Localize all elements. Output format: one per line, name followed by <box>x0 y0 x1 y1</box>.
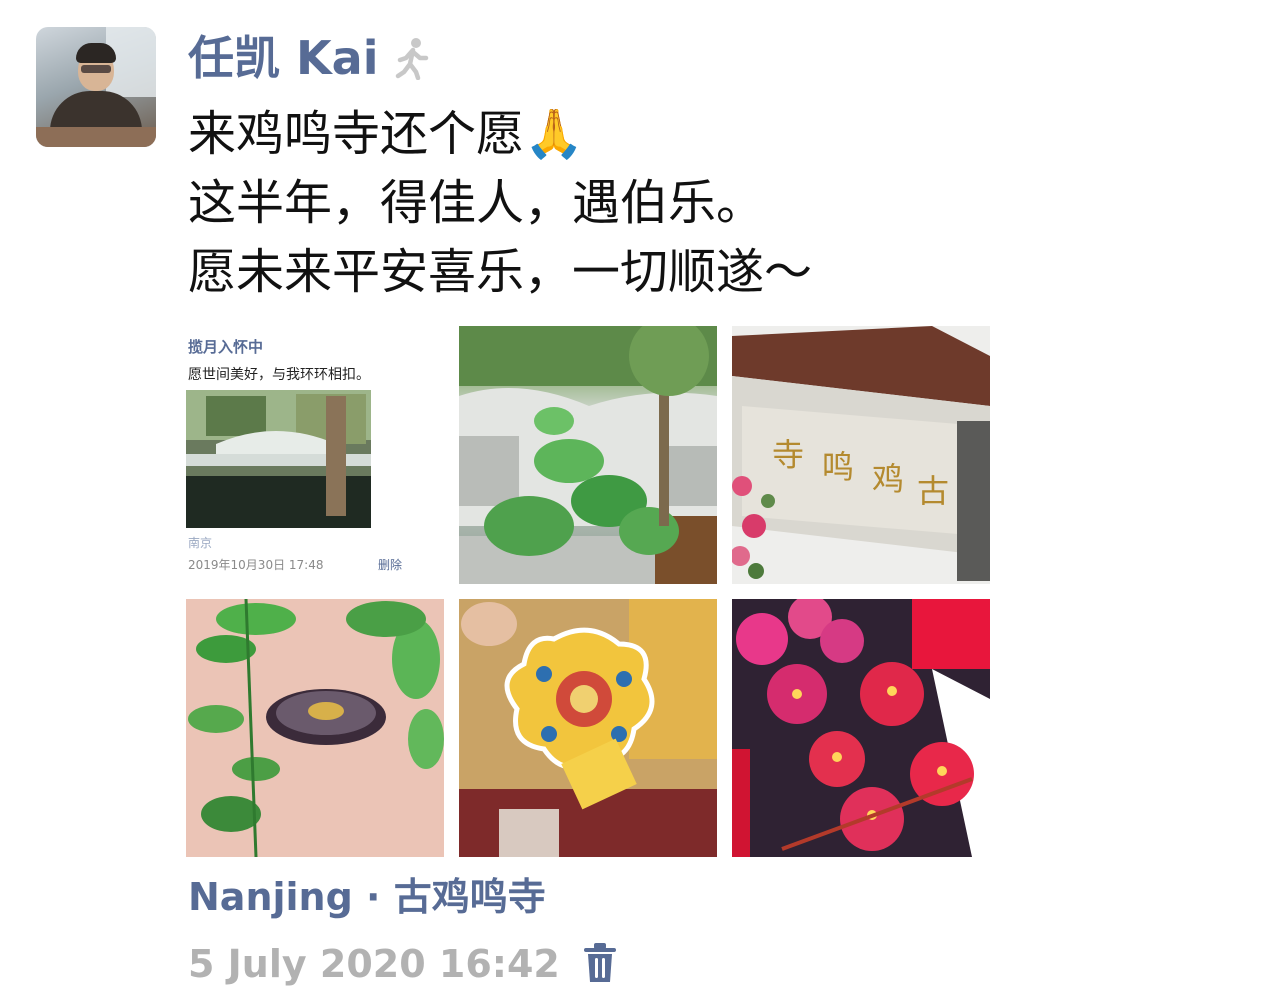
avatar-hair <box>76 43 116 63</box>
temple-gate-picture: 寺 鸣 鸡 古 <box>732 326 990 584</box>
post-timestamp: 5 July 2020 16:42 <box>188 942 560 986</box>
candles-picture <box>732 599 990 857</box>
screenshot-text: 愿世间美好，与我环环相扣。 <box>188 367 370 383</box>
lotus-plant-picture <box>459 326 717 584</box>
post-text-line: 来鸡鸣寺还个愿🙏 <box>188 106 584 162</box>
screenshot-delete: 删除 <box>378 558 403 572</box>
avatar[interactable] <box>36 27 156 147</box>
flower-charm-picture <box>459 599 717 857</box>
photo-lotus-plant[interactable] <box>459 326 717 584</box>
photo-temple-gate[interactable]: 寺 鸣 鸡 古 <box>732 326 990 584</box>
wheel-leaves-picture <box>186 599 444 857</box>
svg-text:寺: 寺 <box>772 436 804 474</box>
avatar-table <box>36 127 156 147</box>
svg-text:鸡: 鸡 <box>872 460 904 498</box>
trash-icon[interactable] <box>582 942 618 984</box>
post-text-line: 愿未来平安喜乐，一切顺遂～ <box>188 244 813 300</box>
post-text-line: 这半年，得佳人，遇伯乐。 <box>188 175 765 231</box>
author-name[interactable]: 任凯 Kai <box>188 30 378 86</box>
photo-wheel-leaves[interactable] <box>186 599 444 857</box>
photo-screenshot[interactable]: 揽月入怀中 愿世间美好，与我环环相扣。 南京 2019年10月30日 17:48… <box>186 326 444 584</box>
screenshot-timestamp: 2019年10月30日 17:48 <box>188 558 324 572</box>
svg-text:古: 古 <box>917 472 949 510</box>
photo-candles[interactable] <box>732 599 990 857</box>
screenshot-author: 揽月入怀中 <box>188 338 264 356</box>
screenshot-location: 南京 <box>188 536 213 550</box>
location-link[interactable]: Nanjing · 古鸡鸣寺 <box>188 872 546 922</box>
photo-grid: 揽月入怀中 愿世间美好，与我环环相扣。 南京 2019年10月30日 17:48… <box>186 326 990 857</box>
svg-text:鸣: 鸣 <box>822 448 854 486</box>
photo-flower-charm[interactable] <box>459 599 717 857</box>
avatar-glasses <box>81 65 111 73</box>
post-text: 来鸡鸣寺还个愿🙏 这半年，得佳人，遇伯乐。 愿未来平安喜乐，一切顺遂～ <box>188 100 1248 307</box>
walking-person-icon <box>395 38 429 80</box>
